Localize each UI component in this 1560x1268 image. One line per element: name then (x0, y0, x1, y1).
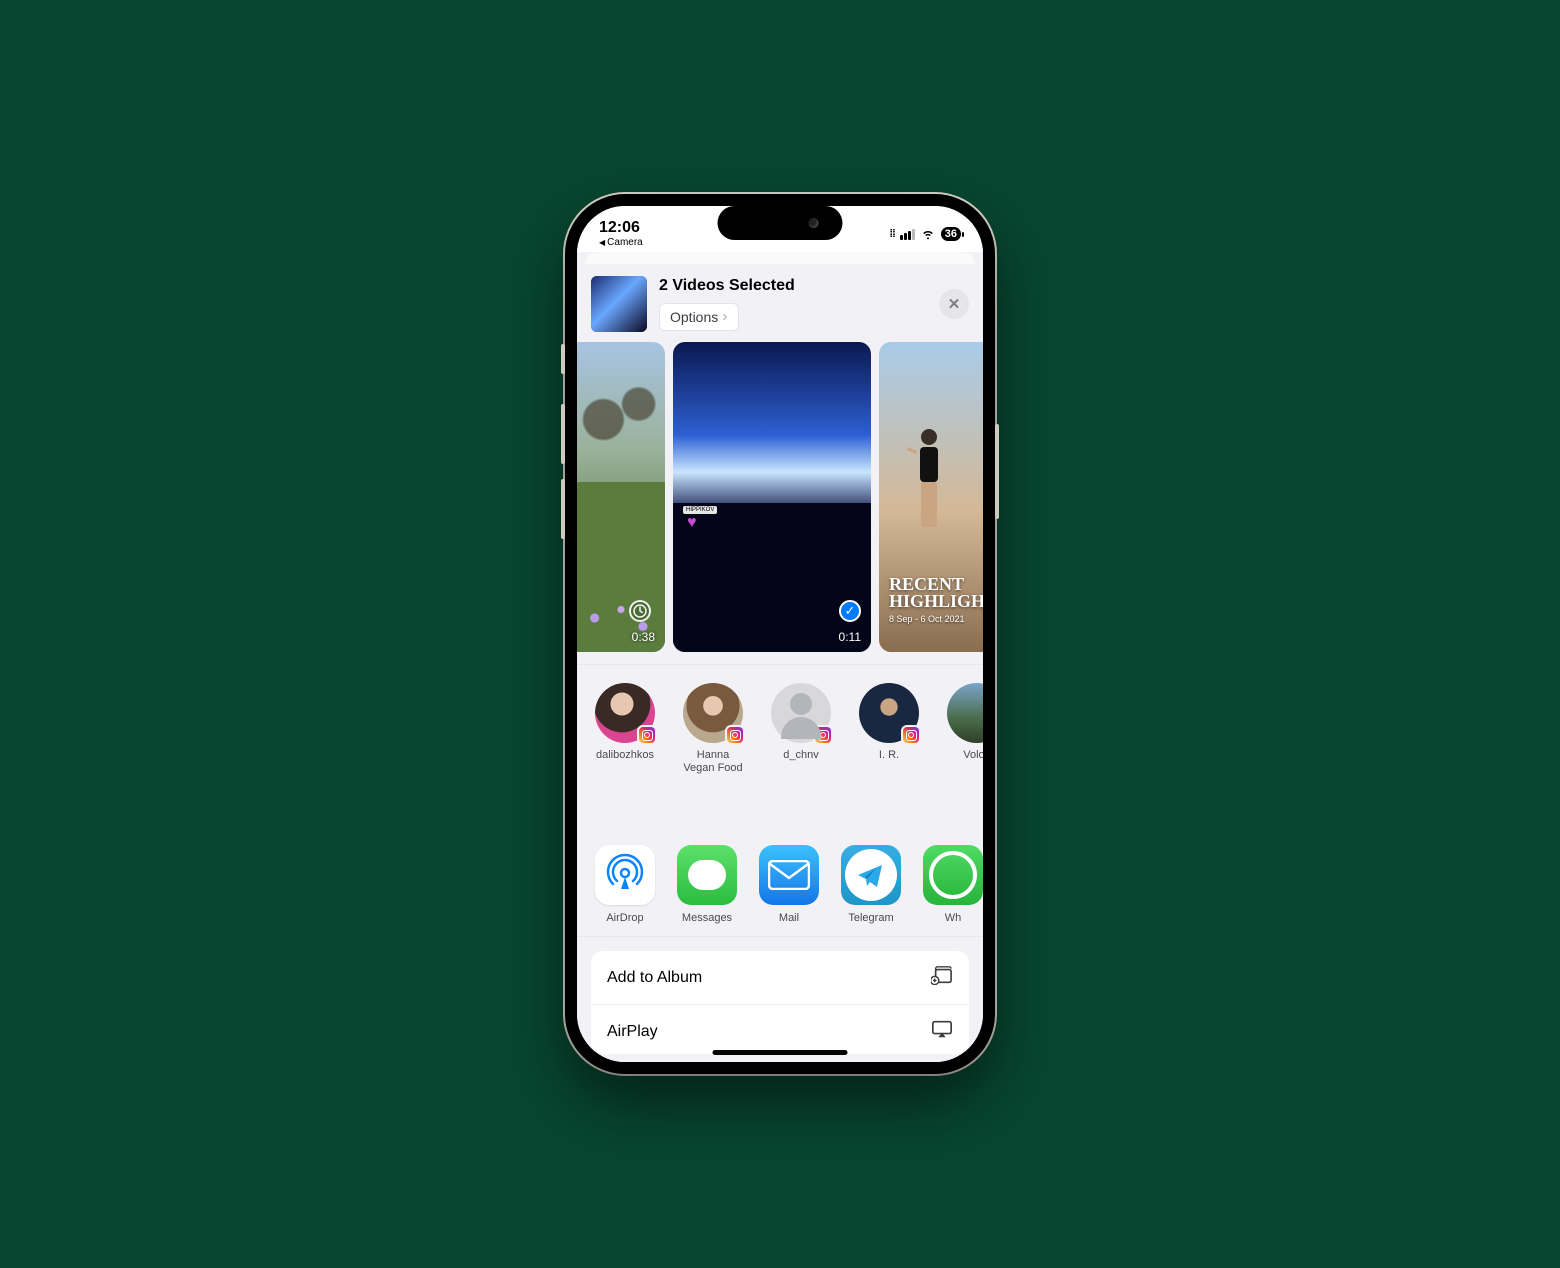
avatar (859, 683, 919, 743)
contact-name: dalibozhkos (596, 749, 654, 775)
action-airplay[interactable]: AirPlay (591, 1005, 969, 1054)
apps-row[interactable]: AirDrop Messages Mail Telegram (577, 785, 983, 937)
close-button[interactable]: ✕ (939, 289, 969, 319)
avatar (947, 683, 983, 743)
instagram-badge-icon (813, 725, 833, 745)
app-label: Wh (945, 912, 962, 924)
app-messages[interactable]: Messages (677, 845, 737, 924)
avatar (595, 683, 655, 743)
instagram-badge-icon (725, 725, 745, 745)
mail-icon (759, 845, 819, 905)
contact-name: I. R. (879, 749, 899, 775)
contact-item[interactable]: d_chnv (771, 683, 831, 775)
phone-frame: 12:06 Camera ⁞⁞ 36 2 Videos Selected (565, 194, 995, 1074)
memory-title: RECENTHIGHLIGHTS (889, 576, 983, 610)
app-mail[interactable]: Mail (759, 845, 819, 924)
contact-name: d_chnv (783, 749, 818, 775)
back-to-app[interactable]: Camera (599, 238, 643, 248)
instagram-badge-icon (901, 725, 921, 745)
app-label: Messages (682, 912, 732, 924)
app-label: Mail (779, 912, 799, 924)
contact-item[interactable]: Hanna Vegan Food (683, 683, 743, 775)
memory-subtitle: 8 Sep - 6 Oct 2021 (889, 614, 965, 624)
app-telegram[interactable]: Telegram (841, 845, 901, 924)
app-airdrop[interactable]: AirDrop (595, 845, 655, 924)
instagram-badge-icon (637, 725, 657, 745)
app-label: Telegram (848, 912, 893, 924)
media-item[interactable]: 0:38 (577, 342, 665, 652)
mute-switch (561, 344, 565, 374)
app-label: AirDrop (606, 912, 643, 924)
media-item[interactable]: RECENTHIGHLIGHTS 8 Sep - 6 Oct 2021 (879, 342, 983, 652)
contact-item[interactable]: I. R. (859, 683, 919, 775)
cellular-dots-icon: ⁞⁞ (889, 228, 894, 240)
volume-up (561, 404, 565, 464)
album-add-icon (931, 965, 953, 990)
options-button[interactable]: Options (659, 303, 739, 331)
home-indicator[interactable] (713, 1050, 848, 1055)
airplay-icon (931, 1019, 953, 1044)
media-item[interactable]: HIPPIKOV ✓ 0:11 (673, 342, 871, 652)
avatar (683, 683, 743, 743)
video-duration: 0:11 (839, 630, 861, 644)
clock: 12:06 (599, 220, 643, 236)
screen: 12:06 Camera ⁞⁞ 36 2 Videos Selected (577, 206, 983, 1062)
contact-item[interactable]: Volod (947, 683, 983, 775)
media-carousel[interactable]: 0:38 HIPPIKOV ✓ 0:11 RECENTHIGHLIGHTS 8 … (577, 342, 983, 665)
action-label: AirPlay (607, 1023, 658, 1041)
dynamic-island (718, 206, 843, 240)
action-add-to-album[interactable]: Add to Album (591, 951, 969, 1005)
battery-indicator: 36 (941, 227, 961, 241)
contacts-row[interactable]: dalibozhkos Hanna Vegan Food d_chnv I. R… (577, 665, 983, 785)
sheet-header: 2 Videos Selected Options ✕ (577, 264, 983, 342)
airdrop-icon (595, 845, 655, 905)
whatsapp-icon (923, 845, 983, 905)
sheet-title: 2 Videos Selected (659, 277, 927, 295)
contact-item[interactable]: dalibozhkos (595, 683, 655, 775)
messages-icon (677, 845, 737, 905)
actions-list: Add to Album AirPlay (591, 951, 969, 1054)
sticker-tag: HIPPIKOV (683, 506, 717, 514)
wifi-icon (920, 225, 936, 244)
cellular-bars-icon (900, 229, 915, 240)
share-sheet: 2 Videos Selected Options ✕ 0:38 HIPPIKO… (577, 264, 983, 1062)
contact-name: Hanna Vegan Food (683, 749, 743, 775)
contact-name: Volod (963, 749, 983, 775)
app-whatsapp[interactable]: Wh (923, 845, 983, 924)
selection-thumbnail (591, 276, 647, 332)
selection-circle-icon[interactable] (629, 600, 651, 622)
telegram-icon (841, 845, 901, 905)
avatar (771, 683, 831, 743)
volume-down (561, 479, 565, 539)
video-duration: 0:38 (632, 630, 655, 644)
checkmark-icon[interactable]: ✓ (839, 600, 861, 622)
power-button (995, 424, 999, 519)
heart-icon (687, 514, 697, 532)
action-label: Add to Album (607, 969, 702, 987)
